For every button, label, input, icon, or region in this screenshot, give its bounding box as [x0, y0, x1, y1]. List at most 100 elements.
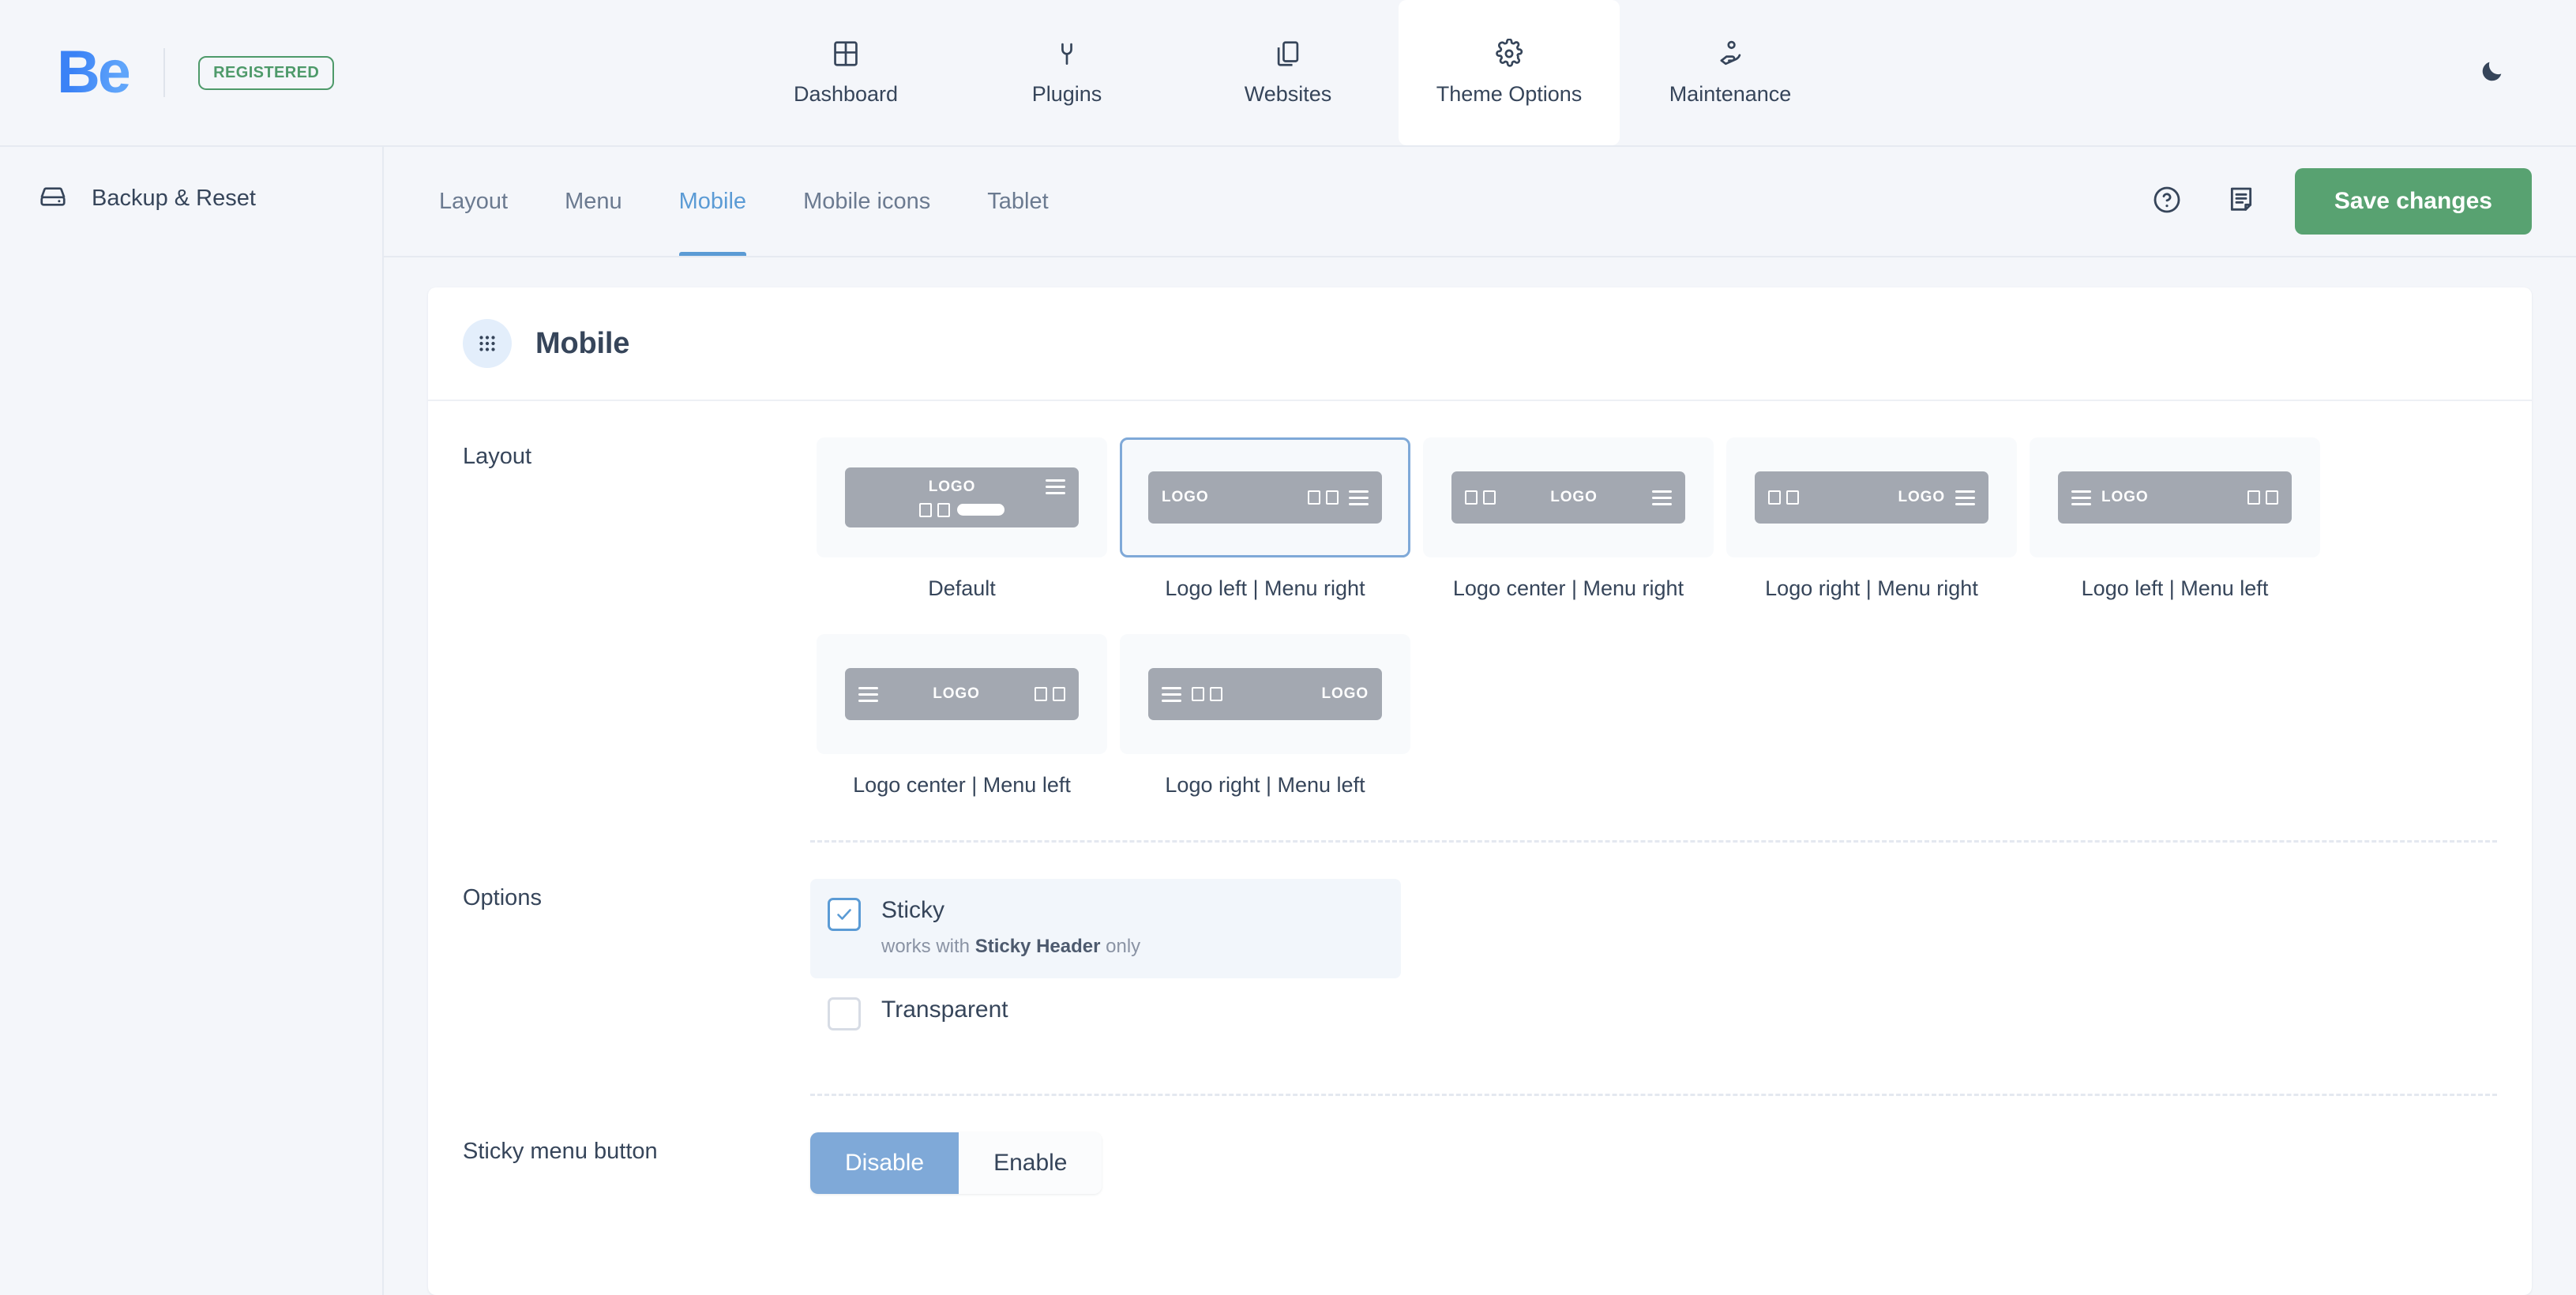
option-label: Transparent	[881, 996, 1008, 1023]
preview-logo: LOGO	[933, 685, 980, 702]
nav-item-plugins[interactable]: Plugins	[956, 0, 1177, 145]
notes-button[interactable]	[2221, 181, 2262, 222]
registered-badge: REGISTERED	[198, 55, 335, 90]
layout-thumb-logo-center-menu-right[interactable]: LOGO	[1423, 437, 1714, 557]
tab-mobile[interactable]: Mobile	[651, 147, 775, 256]
layout-options: LOGO Default LOGO Logo left | Menu right…	[810, 437, 2497, 798]
sticky-checkbox[interactable]	[828, 898, 861, 931]
options-list: Sticky works with Sticky Header only Tra…	[810, 879, 1401, 1051]
hamburger-icon	[1652, 490, 1673, 505]
layout-thumb-logo-right-menu-left[interactable]: LOGO	[1120, 634, 1410, 754]
dots-grid-icon	[463, 319, 512, 368]
nav-label: Dashboard	[793, 82, 899, 106]
layout-thumb-logo-center-menu-left[interactable]: LOGO	[817, 634, 1107, 754]
row-layout: Layout LOGO Default LOGO Logo left | Men…	[463, 401, 2497, 798]
nav-label: Websites	[1244, 82, 1332, 106]
top-bar: Be REGISTERED Dashboard Plugins Websites…	[0, 0, 2576, 145]
layout-thumb-label: Logo center | Menu right	[1452, 576, 1684, 600]
maintenance-hand-icon	[1715, 39, 1745, 69]
option-label: Sticky	[881, 897, 945, 923]
note-bold: Sticky Header	[974, 935, 1101, 957]
be-logo[interactable]: Be	[57, 43, 131, 103]
preview-bar: LOGO	[1148, 471, 1382, 524]
document-lines-icon	[2225, 184, 2257, 220]
note-prefix: works with	[881, 935, 975, 957]
layout-thumb-logo-left-menu-right[interactable]: LOGO	[1120, 437, 1410, 557]
nav-item-dashboard[interactable]: Dashboard	[735, 0, 956, 145]
nav-item-maintenance[interactable]: Maintenance	[1620, 0, 1841, 145]
layout-option: LOGO Logo left | Menu right	[1113, 437, 1417, 601]
transparent-checkbox[interactable]	[828, 997, 861, 1030]
layout-thumb-label: Logo left | Menu right	[1165, 576, 1365, 600]
layout-option: LOGO Default	[810, 437, 1113, 601]
layout-thumb-grid: LOGO Default LOGO Logo left | Menu right…	[810, 437, 2497, 798]
preview-logo: LOGO	[2101, 489, 2149, 505]
layout-option: LOGO Logo right | Menu right	[1720, 437, 2023, 601]
moon-icon	[2479, 58, 2506, 88]
segment-enable[interactable]: Enable	[959, 1132, 1102, 1194]
preview-logo: LOGO	[1898, 489, 1945, 505]
page-body: Backup & Reset Layout Menu Mobile Mobile…	[0, 145, 2576, 1295]
tab-mobile-icons[interactable]: Mobile icons	[775, 147, 959, 256]
row-sticky-menu-button: Sticky menu button Disable Enable	[463, 1096, 2497, 1194]
options-field: Sticky works with Sticky Header only Tra…	[810, 879, 2497, 1051]
row-options: Options Sticky works with Sticky Header …	[463, 843, 2497, 1051]
preview-squares	[1465, 490, 1496, 505]
option-note: works with Sticky Header only	[881, 936, 1140, 958]
layout-thumb-label: Logo right | Menu left	[1165, 773, 1365, 797]
preview-bar: LOGO	[1451, 471, 1685, 524]
preview-squares	[1192, 687, 1222, 701]
nav-item-websites[interactable]: Websites	[1177, 0, 1399, 145]
preview-bar: LOGO	[845, 467, 1079, 527]
preview-pill	[957, 504, 1004, 516]
sidebar-item-label: Backup & Reset	[92, 186, 256, 211]
option-transparent[interactable]: Transparent	[810, 978, 1401, 1051]
option-sticky[interactable]: Sticky works with Sticky Header only	[810, 879, 1401, 978]
note-suffix: only	[1100, 935, 1141, 957]
preview-bar: LOGO	[845, 668, 1079, 720]
tab-strip: Layout Menu Mobile Mobile icons Tablet S…	[384, 147, 2576, 257]
layout-thumb-logo-left-menu-left[interactable]: LOGO	[2030, 437, 2320, 557]
preview-squares	[2247, 490, 2278, 505]
tab-menu[interactable]: Menu	[536, 147, 651, 256]
hamburger-icon	[1162, 686, 1181, 702]
sticky-menu-button-segmented: Disable Enable	[810, 1132, 1102, 1194]
preview-logo: LOGO	[1321, 685, 1369, 702]
layout-thumb-label: Logo right | Menu right	[1765, 576, 1978, 600]
question-circle-icon	[2151, 184, 2183, 220]
preview-bar: LOGO	[2058, 471, 2292, 524]
layout-thumb-default[interactable]: LOGO	[817, 437, 1107, 557]
plug-icon	[1052, 39, 1082, 69]
sidebar-item-backup-reset[interactable]: Backup & Reset	[0, 164, 382, 233]
layout-option: LOGO Logo center | Menu left	[810, 634, 1113, 798]
option-sticky-text: Sticky works with Sticky Header only	[881, 896, 1140, 958]
tabs: Layout Menu Mobile Mobile icons Tablet	[384, 147, 1077, 256]
nav-label: Theme Options	[1436, 82, 1583, 106]
layout-option: LOGO Logo right | Menu left	[1113, 634, 1417, 798]
help-button[interactable]	[2146, 181, 2187, 222]
row-label-layout: Layout	[463, 444, 532, 469]
tab-actions: Save changes	[2146, 168, 2532, 235]
dark-mode-toggle[interactable]	[2470, 51, 2514, 95]
mobile-settings-card: Mobile Layout LOGO Default LOGO Logo lef…	[428, 287, 2532, 1295]
gear-icon	[1494, 39, 1524, 69]
tab-tablet[interactable]: Tablet	[959, 147, 1076, 256]
layout-thumb-label: Default	[928, 576, 996, 600]
main-content: Layout Menu Mobile Mobile icons Tablet S…	[384, 145, 2576, 1295]
row-label-options: Options	[463, 885, 542, 910]
preview-squares	[1035, 687, 1066, 701]
preview-logo: LOGO	[928, 478, 976, 495]
nav-item-theme-options[interactable]: Theme Options	[1399, 0, 1620, 145]
copy-pages-icon	[1273, 39, 1303, 69]
hamburger-icon	[1955, 490, 1975, 505]
tab-layout[interactable]: Layout	[411, 147, 536, 256]
preview-squares	[1308, 490, 1339, 505]
layout-thumb-logo-right-menu-right[interactable]: LOGO	[1726, 437, 2017, 557]
row-label-sticky-menu-button: Sticky menu button	[463, 1138, 658, 1164]
layout-option: LOGO Logo left | Menu left	[2023, 437, 2326, 601]
segment-disable[interactable]: Disable	[810, 1132, 959, 1194]
main-navigation: Dashboard Plugins Websites Theme Options…	[735, 0, 1841, 145]
preview-bar: LOGO	[1148, 668, 1382, 720]
brand: Be REGISTERED	[0, 43, 335, 103]
save-changes-button[interactable]: Save changes	[2294, 168, 2532, 235]
